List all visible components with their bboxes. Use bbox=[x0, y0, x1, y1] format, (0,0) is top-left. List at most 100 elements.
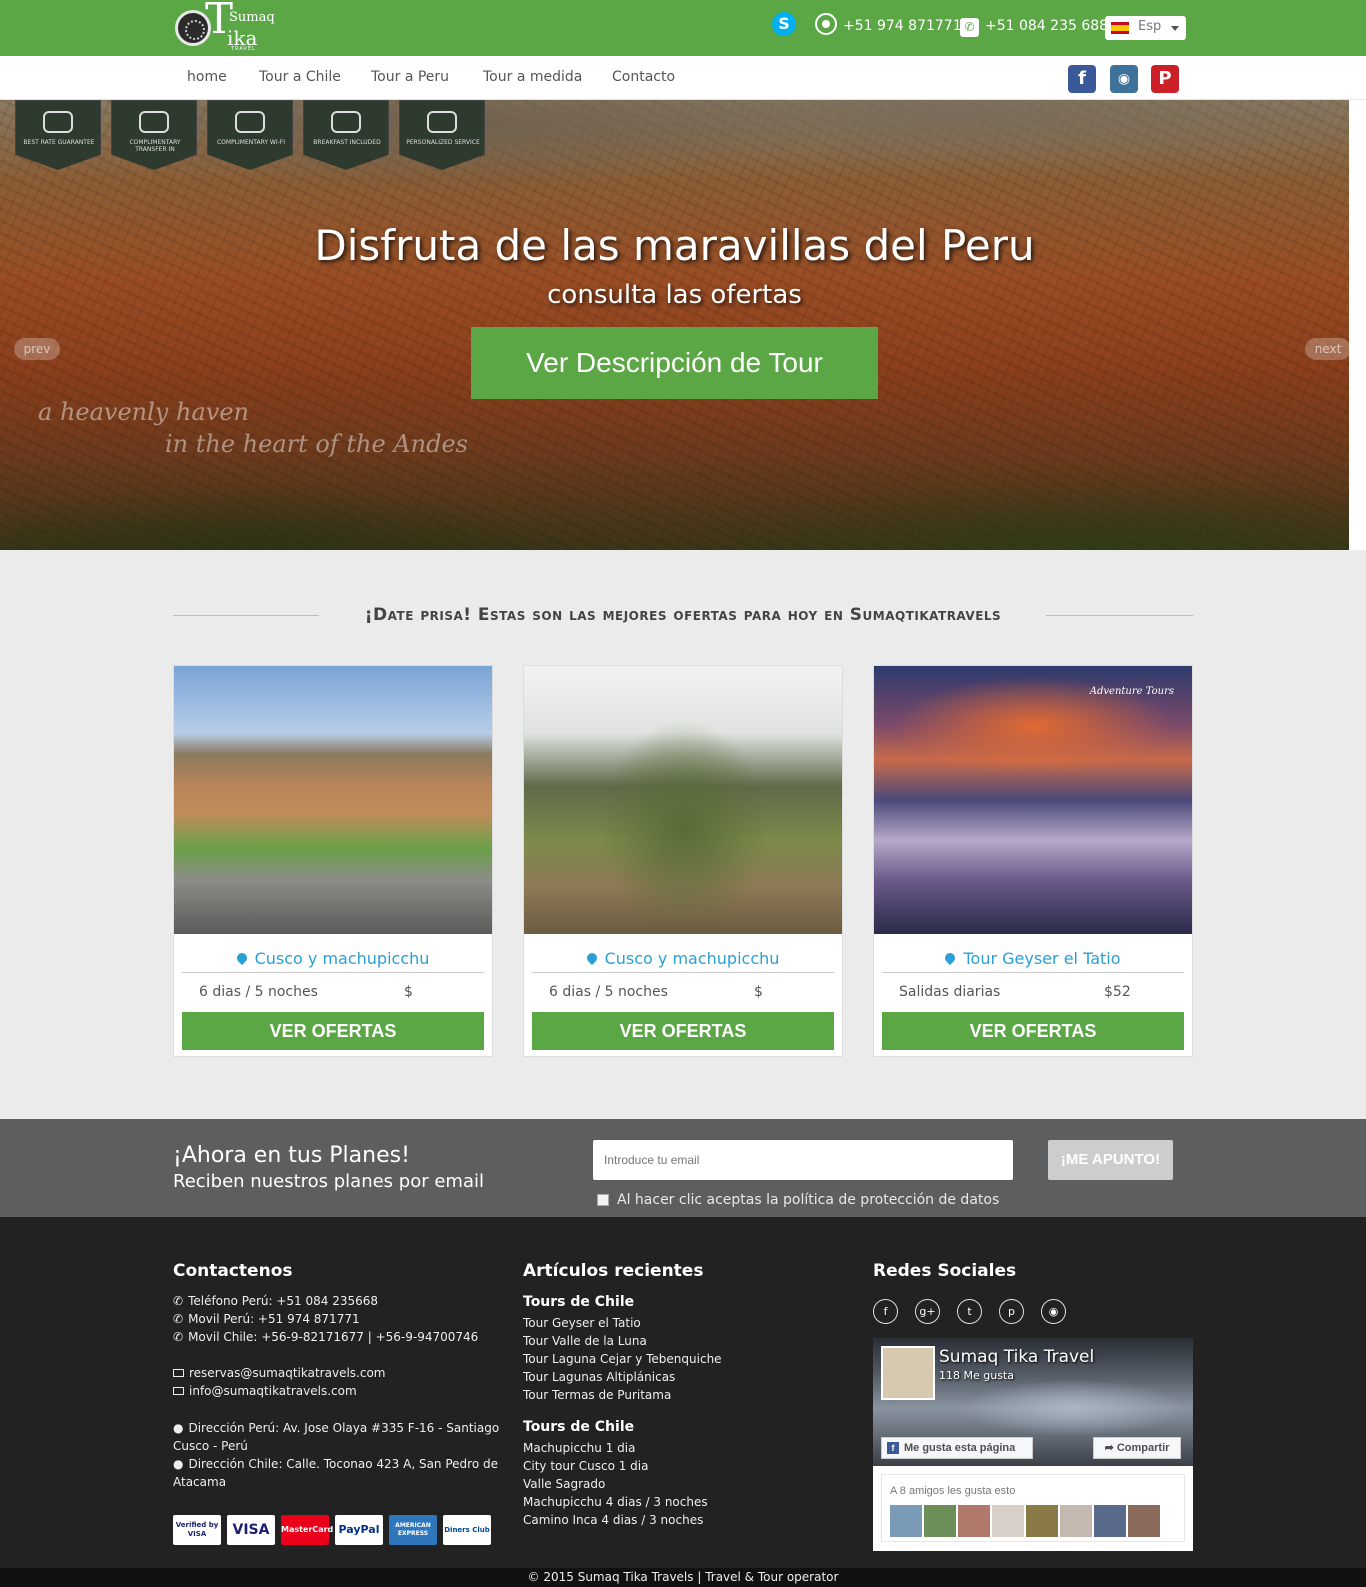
email-reservas[interactable]: reservas@sumaqtikatravels.com bbox=[173, 1366, 385, 1380]
offer-duration: Salidas diarias bbox=[899, 984, 1001, 1000]
nav-tour-chile[interactable]: Tour a Chile bbox=[259, 69, 341, 85]
nav-tour-medida[interactable]: Tour a medida bbox=[483, 69, 582, 85]
fb-cover-image[interactable]: Sumaq Tika Travel 118 Me gusta f Me gusta… bbox=[873, 1338, 1193, 1466]
footer: Contactenos ✆ Teléfono Perú: +51 084 2356… bbox=[0, 1217, 1366, 1587]
article-link[interactable]: Camino Inca 4 dias / 3 noches bbox=[523, 1513, 703, 1527]
google-plus-icon[interactable]: g+ bbox=[915, 1299, 940, 1324]
contact-heading: Contactenos bbox=[173, 1261, 293, 1281]
email-field[interactable] bbox=[593, 1140, 1013, 1180]
article-link[interactable]: Tour Valle de la Luna bbox=[523, 1334, 647, 1348]
badge-transfer: COMPLIMENTARY TRANSFER IN bbox=[111, 100, 197, 170]
phone-peru: ✆ Teléfono Perú: +51 084 235668 bbox=[173, 1294, 378, 1308]
pinterest-icon[interactable]: P bbox=[1151, 65, 1179, 93]
offer-price: $ bbox=[754, 984, 763, 1000]
offer-location[interactable]: Tour Geyser el Tatio bbox=[874, 949, 1192, 968]
divider bbox=[1046, 615, 1193, 616]
friend-avatar[interactable] bbox=[890, 1505, 922, 1537]
view-offers-button[interactable]: VER OFERTAS bbox=[532, 1012, 834, 1050]
badge-breakfast: BREAKFAST INCLUDED bbox=[303, 100, 389, 170]
friend-avatar[interactable] bbox=[924, 1505, 956, 1537]
slider-next-button[interactable]: next bbox=[1305, 338, 1349, 360]
paypal-logo: PayPal bbox=[335, 1515, 383, 1545]
spain-flag-icon bbox=[1111, 22, 1129, 34]
fb-like-button[interactable]: f Me gusta esta página bbox=[881, 1437, 1033, 1459]
offers-section: ¡Date prisa! Estas son las mejores ofert… bbox=[0, 550, 1366, 1119]
fb-share-button[interactable]: ➦ Compartir bbox=[1093, 1437, 1181, 1459]
offer-location[interactable]: Cusco y machupicchu bbox=[174, 949, 492, 968]
fb-page-name[interactable]: Sumaq Tika Travel bbox=[939, 1347, 1094, 1367]
address-chile: ● Dirección Chile: Calle. Toconao 423 A, … bbox=[173, 1457, 498, 1471]
amex-logo: AMERICAN EXPRESS bbox=[389, 1515, 437, 1545]
medal-icon bbox=[43, 111, 73, 133]
article-link[interactable]: Tour Lagunas Altiplánicas bbox=[523, 1370, 675, 1384]
friend-avatar[interactable] bbox=[1128, 1505, 1160, 1537]
crown-icon bbox=[427, 111, 457, 133]
top-bar: T Sumaq ika TRAVEL S +51 974 871771 ✆ +5… bbox=[0, 0, 1366, 56]
whatsapp-phone[interactable]: +51 974 871771 bbox=[843, 18, 962, 34]
address-peru-line2: Cusco - Perú bbox=[173, 1439, 248, 1453]
subscribe-button[interactable]: ¡ME APUNTO! bbox=[1048, 1140, 1173, 1180]
verified-by-visa-logo: Verified by VISA bbox=[173, 1515, 221, 1545]
privacy-checkbox[interactable] bbox=[597, 1194, 609, 1206]
article-link[interactable]: Valle Sagrado bbox=[523, 1477, 605, 1491]
article-link[interactable]: Tour Termas de Puritama bbox=[523, 1388, 671, 1402]
slider-prev-button[interactable]: prev bbox=[14, 338, 60, 360]
friend-avatar[interactable] bbox=[1094, 1505, 1126, 1537]
address-peru: ● Dirección Perú: Av. Jose Olaya #335 F-1… bbox=[173, 1421, 499, 1435]
offer-image[interactable] bbox=[524, 666, 842, 934]
map-marker-icon: ● bbox=[173, 1457, 184, 1471]
badge-label: PERSONALIZED SERVICE bbox=[406, 139, 480, 146]
offer-card: Cusco y machupicchu 6 dias / 5 noches $ … bbox=[173, 665, 493, 1057]
offer-image[interactable]: Adventure Tours bbox=[874, 666, 1192, 934]
badge-best-rate: BEST RATE GUARANTEE bbox=[15, 100, 101, 170]
facebook-page-widget: Sumaq Tika Travel 118 Me gusta f Me gusta… bbox=[873, 1338, 1193, 1551]
offer-location[interactable]: Cusco y machupicchu bbox=[524, 949, 842, 968]
article-link[interactable]: Machupicchu 4 dias / 3 noches bbox=[523, 1495, 708, 1509]
facebook-icon[interactable]: f bbox=[1068, 65, 1096, 93]
nav-tour-peru[interactable]: Tour a Peru bbox=[371, 69, 449, 85]
facebook-icon[interactable]: f bbox=[873, 1299, 898, 1324]
article-link[interactable]: City tour Cusco 1 dia bbox=[523, 1459, 648, 1473]
phone-icon: ✆ bbox=[173, 1294, 184, 1308]
phone-icon: ✆ bbox=[960, 18, 979, 37]
hero-subtitle: consulta las ofertas bbox=[547, 280, 802, 310]
tour-description-button[interactable]: Ver Descripción de Tour bbox=[471, 327, 878, 399]
email-info[interactable]: info@sumaqtikatravels.com bbox=[173, 1384, 357, 1398]
mobile-peru: ✆ Movil Perú: +51 974 871771 bbox=[173, 1312, 360, 1326]
skype-icon[interactable]: S bbox=[772, 12, 796, 36]
article-link[interactable]: Tour Geyser el Tatio bbox=[523, 1316, 641, 1330]
articles-group-title: Tours de Chile bbox=[523, 1419, 635, 1435]
whatsapp-icon[interactable] bbox=[815, 13, 837, 35]
nav-home[interactable]: home bbox=[187, 69, 227, 85]
offer-location-label: Cusco y machupicchu bbox=[254, 949, 430, 968]
fb-like-label: Me gusta esta página bbox=[904, 1442, 1016, 1454]
hero-slider: BEST RATE GUARANTEE COMPLIMENTARY TRANSF… bbox=[0, 100, 1349, 550]
badge-label: BREAKFAST INCLUDED bbox=[313, 139, 381, 146]
friend-avatar[interactable] bbox=[1026, 1505, 1058, 1537]
diners-club-logo: Diners Club bbox=[443, 1515, 491, 1545]
car-icon bbox=[139, 111, 169, 133]
view-offers-button[interactable]: VER OFERTAS bbox=[182, 1012, 484, 1050]
instagram-icon[interactable]: ◉ bbox=[1110, 65, 1138, 93]
offer-price: $52 bbox=[1104, 984, 1131, 1000]
article-link[interactable]: Tour Laguna Cejar y Tebenquiche bbox=[523, 1352, 722, 1366]
phone-peru-text: Teléfono Perú: +51 084 235668 bbox=[188, 1294, 379, 1308]
brand-logo[interactable]: T Sumaq ika TRAVEL bbox=[175, 0, 275, 52]
phone-number[interactable]: +51 084 235 688 bbox=[985, 18, 1108, 34]
view-offers-button[interactable]: VER OFERTAS bbox=[882, 1012, 1184, 1050]
friend-avatar[interactable] bbox=[1060, 1505, 1092, 1537]
chevron-down-icon bbox=[1171, 26, 1179, 31]
article-link[interactable]: Machupicchu 1 dia bbox=[523, 1441, 635, 1455]
twitter-icon[interactable]: t bbox=[957, 1299, 982, 1324]
main-nav: home Tour a Chile Tour a Peru Tour a med… bbox=[0, 56, 1366, 100]
nav-contacto[interactable]: Contacto bbox=[612, 69, 675, 85]
language-select[interactable]: Esp bbox=[1105, 16, 1186, 40]
instagram-icon[interactable]: ◉ bbox=[1041, 1299, 1066, 1324]
pinterest-icon[interactable]: p bbox=[999, 1299, 1024, 1324]
fb-avatar[interactable] bbox=[881, 1346, 935, 1400]
map-marker-icon bbox=[943, 950, 958, 966]
friend-avatar[interactable] bbox=[958, 1505, 990, 1537]
offer-image[interactable] bbox=[174, 666, 492, 934]
wifi-icon bbox=[235, 111, 265, 133]
friend-avatar[interactable] bbox=[992, 1505, 1024, 1537]
